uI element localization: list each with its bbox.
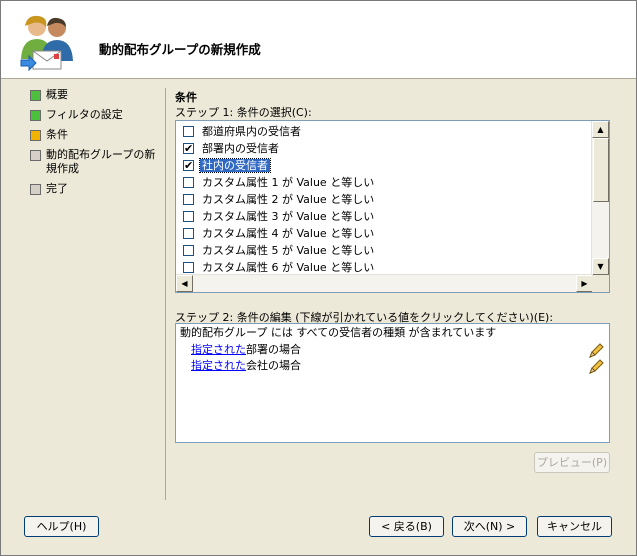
cancel-button[interactable]: キャンセル <box>537 516 612 537</box>
section-title: 条件 <box>175 91 197 104</box>
step-status-icon <box>30 184 41 195</box>
step-label: 動的配布グループの新規作成 <box>46 148 156 175</box>
condition-item[interactable]: カスタム属性 5 が Value と等しい <box>176 242 593 259</box>
condition-checkbox[interactable] <box>183 245 194 256</box>
vertical-scrollbar[interactable]: ▲ ▼ <box>591 121 609 275</box>
back-button[interactable]: < 戻る(B) <box>369 516 444 537</box>
step-label: 条件 <box>46 128 68 141</box>
condition-label: カスタム属性 3 が Value と等しい <box>202 210 375 223</box>
step-overview: 概要 <box>30 88 160 108</box>
scroll-corner <box>592 275 609 292</box>
wizard-steps: 概要 フィルタの設定 条件 動的配布グループの新規作成 完了 <box>30 88 160 202</box>
condition-listbox[interactable]: 都道府県内の受信者 ✔ 部署内の受信者 ✔ 社内の受信者カスタム属性 1 が Value… <box>175 120 610 293</box>
next-button[interactable]: 次へ(N) > <box>452 516 527 537</box>
condition-summary: 動的配布グループ には すべての受信者の種類 が含まれています <box>180 326 497 339</box>
edit-pencil-icon[interactable] <box>588 343 604 359</box>
pane-divider <box>165 88 166 500</box>
condition-label: カスタム属性 5 が Value と等しい <box>202 244 375 257</box>
condition-company: 指定された会社の場合 <box>191 358 301 374</box>
scroll-down-icon[interactable]: ▼ <box>592 258 609 275</box>
department-condition-text: 部署の場合 <box>246 343 301 356</box>
scroll-up-icon[interactable]: ▲ <box>592 121 609 138</box>
condition-checkbox[interactable] <box>183 177 194 188</box>
condition-label: カスタム属性 1 が Value と等しい <box>202 176 375 189</box>
condition-label: カスタム属性 4 が Value と等しい <box>202 227 375 240</box>
step-label: 完了 <box>46 182 68 195</box>
condition-label: 部署内の受信者 <box>202 142 279 155</box>
condition-checkbox[interactable] <box>183 262 194 273</box>
distribution-group-icon <box>20 15 73 72</box>
condition-checkbox[interactable] <box>183 126 194 137</box>
company-condition-text: 会社の場合 <box>246 359 301 372</box>
step-filter: フィルタの設定 <box>30 108 160 128</box>
step-label: 概要 <box>46 88 68 101</box>
specified-company-link[interactable]: 指定された <box>191 359 246 372</box>
condition-item[interactable]: カスタム属性 3 が Value と等しい <box>176 208 593 225</box>
step-conditions: 条件 <box>30 128 160 148</box>
step-status-icon <box>30 150 41 161</box>
step-status-icon <box>30 90 41 101</box>
wizard-banner: 動的配布グループの新規作成 <box>1 1 636 79</box>
condition-item[interactable]: 都道府県内の受信者 <box>176 123 593 140</box>
wizard-title: 動的配布グループの新規作成 <box>99 42 261 57</box>
condition-item[interactable]: ✔ 社内の受信者 <box>176 157 593 174</box>
step-status-icon <box>30 110 41 121</box>
condition-item[interactable]: カスタム属性 4 が Value と等しい <box>176 225 593 242</box>
help-button[interactable]: ヘルプ(H) <box>24 516 99 537</box>
step-complete: 完了 <box>30 182 160 202</box>
condition-list: 都道府県内の受信者 ✔ 部署内の受信者 ✔ 社内の受信者カスタム属性 1 が Value… <box>176 123 593 276</box>
condition-department: 指定された部署の場合 <box>191 342 301 358</box>
condition-label: 社内の受信者 <box>199 158 271 173</box>
condition-checkbox[interactable] <box>183 211 194 222</box>
step-label: フィルタの設定 <box>46 108 123 121</box>
scroll-left-icon[interactable]: ◀ <box>176 275 193 292</box>
condition-item[interactable]: カスタム属性 1 が Value と等しい <box>176 174 593 191</box>
step1-label: ステップ 1: 条件の選択(C): <box>175 106 312 119</box>
condition-checkbox[interactable]: ✔ <box>183 160 194 171</box>
condition-checkbox[interactable]: ✔ <box>183 143 194 154</box>
condition-label: カスタム属性 6 が Value と等しい <box>202 261 375 274</box>
specified-department-link[interactable]: 指定された <box>191 343 246 356</box>
preview-button[interactable]: プレビュー(P) <box>534 452 610 473</box>
condition-checkbox[interactable] <box>183 228 194 239</box>
scroll-thumb[interactable] <box>593 138 609 202</box>
condition-label: 都道府県内の受信者 <box>202 125 301 138</box>
condition-label: カスタム属性 2 が Value と等しい <box>202 193 375 206</box>
condition-description-box: 動的配布グループ には すべての受信者の種類 が含まれています 指定された部署の… <box>175 323 610 443</box>
step-status-icon <box>30 130 41 141</box>
scroll-right-icon[interactable]: ▶ <box>576 275 593 292</box>
step-create: 動的配布グループの新規作成 <box>30 148 160 182</box>
horizontal-scrollbar[interactable]: ◀ ▶ <box>176 274 593 292</box>
condition-item[interactable]: カスタム属性 2 が Value と等しい <box>176 191 593 208</box>
edit-pencil-icon[interactable] <box>588 359 604 375</box>
condition-checkbox[interactable] <box>183 194 194 205</box>
condition-item[interactable]: ✔ 部署内の受信者 <box>176 140 593 157</box>
